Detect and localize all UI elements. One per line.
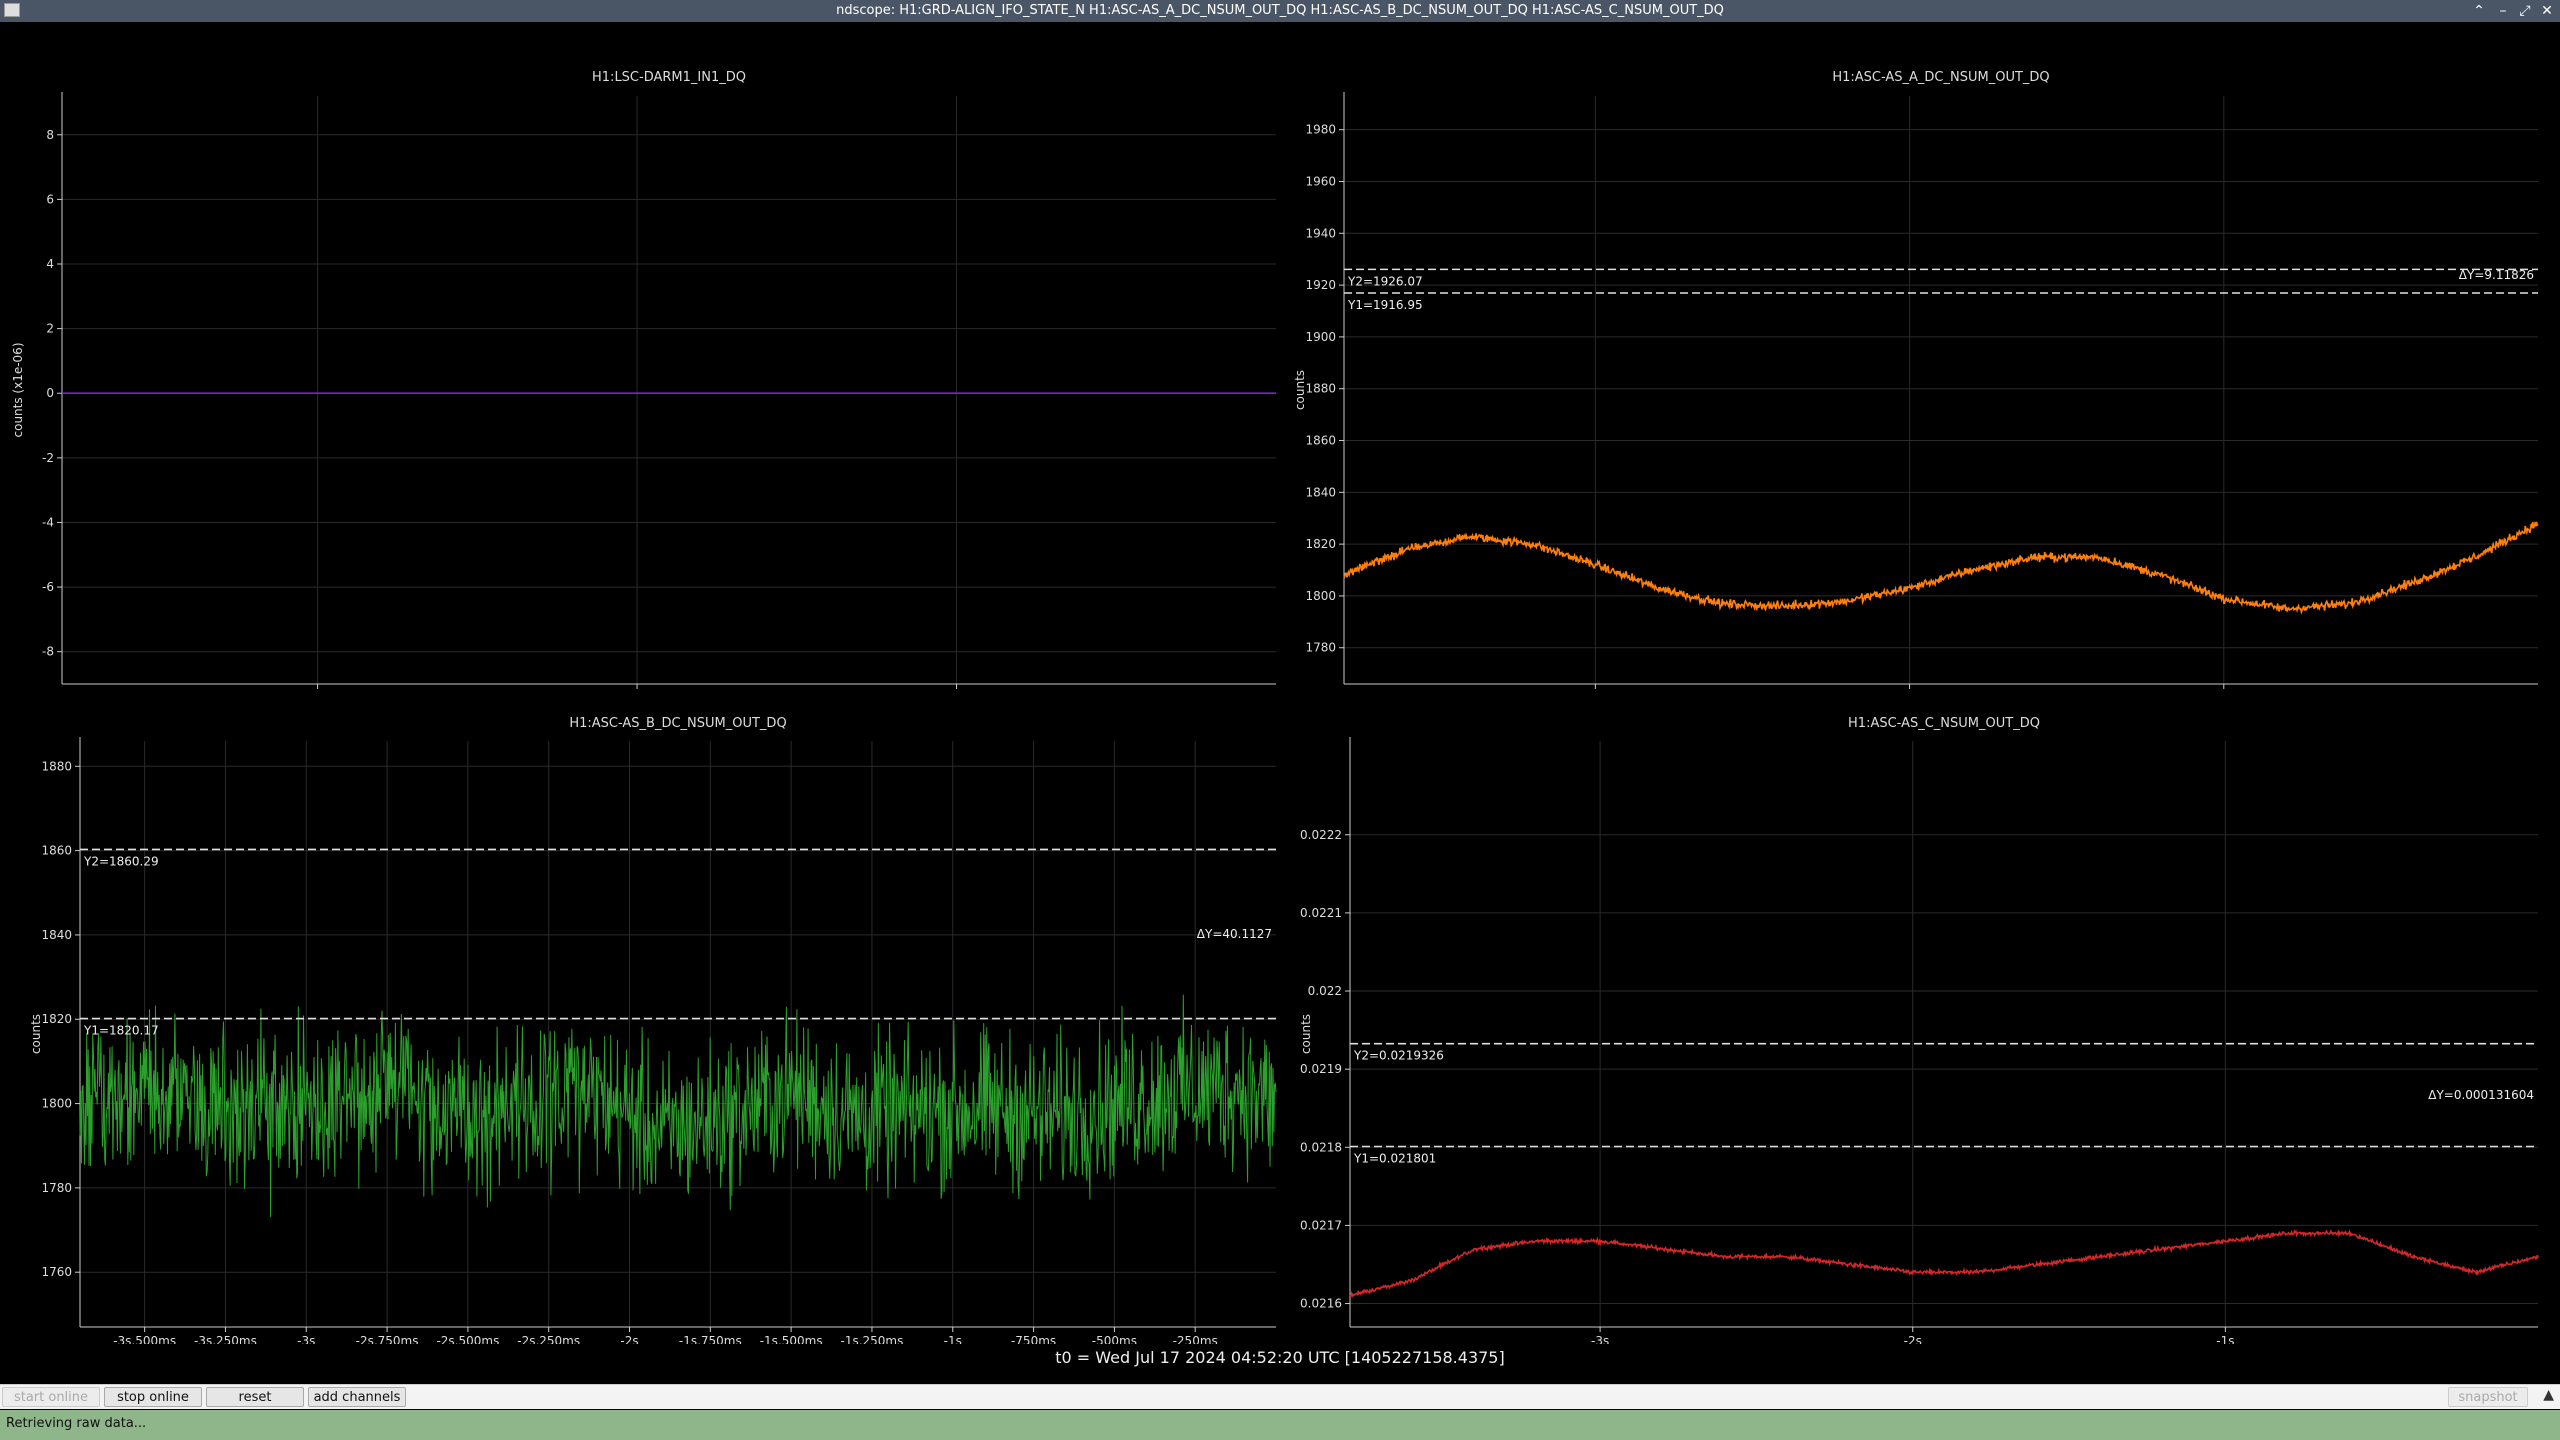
y-tick-label: 1800 [41, 1097, 72, 1111]
y-tick-label: 1760 [41, 1265, 72, 1279]
series-line [1349, 1228, 2539, 1299]
plot-as-a[interactable]: H1:ASC-AS_A_DC_NSUM_OUT_DQ counts 1980 1960… [1280, 44, 2560, 689]
snapshot-button[interactable]: snapshot [2448, 1387, 2528, 1407]
x-tick-label: -1s,500ms [760, 1334, 823, 1344]
status-bar: Retrieving raw data... [0, 1410, 2560, 1440]
cursor-y1-label: Y1=1916.95 [1347, 298, 1423, 312]
plot-darm[interactable]: H1:LSC-DARM1_IN1_DQcounts (x1e-06) 8 6 4 2 0 -… [0, 44, 1280, 689]
chart-title: H1:ASC-AS_A_DC_NSUM_OUT_DQ [1832, 70, 2049, 85]
y-tick-label: 4 [46, 257, 54, 271]
cursor-delta-label: ΔY=9.11826 [2459, 268, 2534, 282]
x-tick-label: -500ms [1092, 1334, 1137, 1344]
y-tick-label: 1840 [41, 928, 72, 942]
y-tick-label: 0.022 [1308, 984, 1342, 998]
y-tick-label: 1880 [41, 759, 72, 773]
y-tick-label: 1820 [1305, 537, 1336, 551]
series-line [79, 994, 1277, 1218]
title-bar: ndscope: H1:GRD-ALIGN_IFO_STATE_N H1:ASC… [0, 0, 2560, 22]
y-axis-label: counts (x1e-06) [11, 342, 25, 437]
chart-title: H1:ASC-AS_C_NSUM_OUT_DQ [1848, 716, 2040, 731]
x-tick-label: -2s,250ms [517, 1334, 580, 1344]
y-tick-label: 1900 [1305, 330, 1336, 344]
y-tick-label: 1780 [1305, 641, 1336, 655]
x-tick-label: -1s,250ms [841, 1334, 904, 1344]
x-tick-label: -3s [297, 1334, 315, 1344]
chart-as-c[interactable]: H1:ASC-AS_C_NSUM_OUT_DQcounts 0.0222 0.022… [1280, 689, 2560, 1344]
x-tick-label: -2s,750ms [356, 1334, 419, 1344]
y-tick-label: 1820 [41, 1012, 72, 1026]
chart-darm[interactable]: H1:LSC-DARM1_IN1_DQcounts (x1e-06) 8 6 4 2 0 -… [0, 44, 1280, 689]
chevron-up-icon[interactable]: ▲ [2543, 1387, 2554, 1403]
window-title: ndscope: H1:GRD-ALIGN_IFO_STATE_N H1:ASC… [836, 3, 1724, 18]
plot-as-c[interactable]: H1:ASC-AS_C_NSUM_OUT_DQcounts 0.0222 0.022… [1280, 689, 2560, 1344]
y-tick-label: 8 [46, 128, 54, 142]
x-tick-label: -2s,500ms [436, 1334, 499, 1344]
x-tick-label: -3s,500ms [113, 1334, 176, 1344]
y-tick-label: 0.0217 [1300, 1218, 1342, 1232]
x-tick-label: -1s [944, 1334, 962, 1344]
chart-as-b[interactable]: H1:ASC-AS_B_DC_NSUM_OUT_DQcounts18801860… [0, 689, 1280, 1344]
status-text: Retrieving raw data... [6, 1416, 147, 1431]
x-tick-label: -2s [1904, 1334, 1922, 1344]
reset-button[interactable]: reset [206, 1387, 304, 1407]
y-tick-label: 6 [46, 192, 54, 206]
cursor-y2-label: Y2=0.0219326 [1353, 1049, 1444, 1063]
y-tick-label: 0.0219 [1300, 1062, 1342, 1076]
y-tick-label: 1980 [1305, 123, 1336, 137]
cursor-y2-label: Y2=1860.29 [83, 854, 159, 868]
x-tick-label: -250ms [1173, 1334, 1218, 1344]
x-tick-label: -3s [1591, 1334, 1609, 1344]
t0-label: t0 = Wed Jul 17 2024 04:52:20 UTC [14052… [1055, 1348, 1505, 1367]
y-tick-label: 0.0218 [1300, 1140, 1342, 1154]
x-tick-label: -1s,750ms [679, 1334, 742, 1344]
maximize-icon[interactable]: ⤢ [2514, 0, 2536, 22]
chart-title: H1:ASC-AS_B_DC_NSUM_OUT_DQ [569, 716, 786, 731]
cursor-delta-label: ΔY=40.1127 [1197, 927, 1272, 941]
y-tick-label: -8 [42, 645, 54, 659]
restore-icon[interactable]: ⌃ [2468, 0, 2490, 22]
toolbar: start online stop online reset add chann… [0, 1384, 2560, 1409]
cursor-y1-label: Y1=0.021801 [1353, 1152, 1436, 1166]
cursor-delta-label: ΔY=0.000131604 [2428, 1088, 2534, 1102]
y-tick-label: 2 [46, 322, 54, 336]
y-tick-label: -4 [42, 515, 54, 529]
y-tick-label: -6 [42, 580, 54, 594]
x-tick-label: -750ms [1011, 1334, 1056, 1344]
stop-online-button[interactable]: stop online [104, 1387, 202, 1407]
add-channels-button[interactable]: add channels [308, 1387, 406, 1407]
y-tick-label: 1860 [41, 844, 72, 858]
y-tick-label: -2 [42, 451, 54, 465]
y-tick-label: 1920 [1305, 278, 1336, 292]
y-tick-label: 0 [46, 386, 54, 400]
y-tick-label: 1840 [1305, 485, 1336, 499]
y-axis-label: counts [1299, 1014, 1313, 1054]
plot-as-b[interactable]: H1:ASC-AS_B_DC_NSUM_OUT_DQ counts 1880 1860… [0, 689, 1280, 1344]
y-tick-label: 1940 [1305, 226, 1336, 240]
minimize-icon[interactable]: – [2492, 0, 2514, 22]
chart-title: H1:LSC-DARM1_IN1_DQ [592, 70, 746, 85]
cursor-y1-label: Y1=1820.17 [83, 1024, 159, 1038]
y-tick-label: 0.0221 [1300, 906, 1342, 920]
y-tick-label: 1960 [1305, 174, 1336, 188]
y-tick-label: 1880 [1305, 382, 1336, 396]
plot-area: H1:LSC-DARM1_IN1_DQcounts (x1e-06) 8 6 4 2 0 -… [0, 22, 2560, 1384]
series-line [1343, 520, 2539, 615]
start-online-button[interactable]: start online [2, 1387, 100, 1407]
y-tick-label: 0.0216 [1300, 1297, 1342, 1311]
close-icon[interactable]: ✕ [2536, 0, 2558, 22]
y-tick-label: 1860 [1305, 434, 1336, 448]
x-tick-label: -2s [620, 1334, 638, 1344]
y-tick-label: 1780 [41, 1181, 72, 1195]
y-tick-label: 1800 [1305, 589, 1336, 603]
x-tick-label: -3s,250ms [194, 1334, 257, 1344]
y-tick-label: 0.0222 [1300, 828, 1342, 842]
x-tick-label: -1s [2216, 1334, 2234, 1344]
chart-as-a[interactable]: H1:ASC-AS_A_DC_NSUM_OUT_DQcounts19801960… [1280, 44, 2560, 689]
cursor-y2-label: Y2=1926.07 [1347, 274, 1423, 288]
